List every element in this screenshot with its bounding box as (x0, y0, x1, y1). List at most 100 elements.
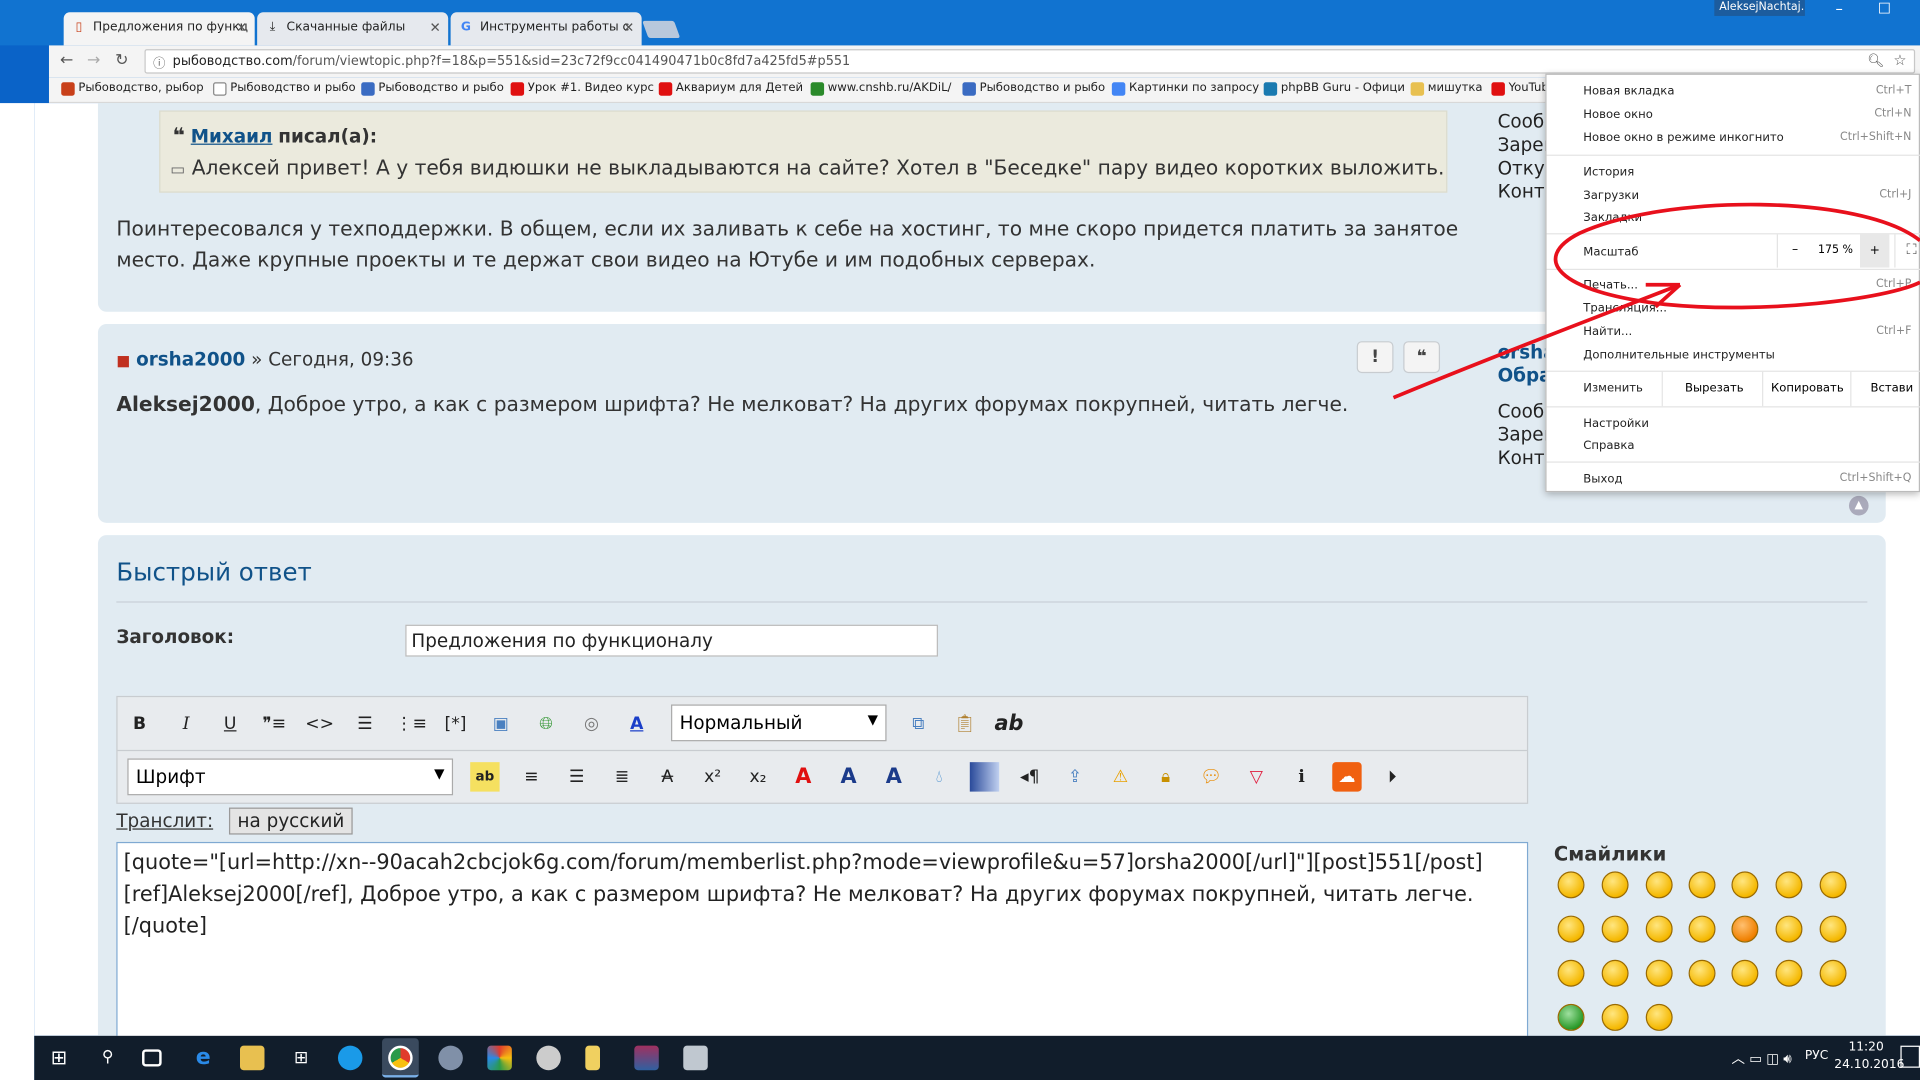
reload-icon[interactable]: ↻ (115, 52, 128, 70)
rtl-icon[interactable]: ◂¶ (1015, 762, 1044, 791)
menu-incognito[interactable]: Новое окно в режиме инкогнито (1583, 131, 1784, 145)
close-tab-icon[interactable]: ✕ (236, 20, 247, 36)
menu-settings[interactable]: Настройки (1583, 417, 1649, 431)
lock-icon[interactable]: 🔒︎ (1151, 762, 1180, 791)
bookmark-item[interactable]: www.cnshb.ru/AKDiL/ (810, 81, 951, 96)
paste-icon[interactable]: 📋︎ (950, 709, 979, 738)
bookmark-item[interactable]: Рыбоводство и рыбо (361, 81, 504, 96)
notes-icon[interactable] (585, 1045, 601, 1071)
bookmark-item[interactable]: YouTub (1491, 81, 1549, 96)
justify-icon[interactable]: ☰ (562, 762, 591, 791)
zoom-icon[interactable]: 🔍︎ (1867, 53, 1884, 69)
close-tab-icon[interactable]: ✕ (430, 20, 441, 36)
user-profile-button[interactable]: AleksejNachtaj... (1714, 0, 1805, 16)
highlight-icon[interactable]: ab (470, 762, 500, 792)
bookmark-item[interactable]: Аквариум для Детей (658, 81, 803, 96)
drop-icon[interactable]: 💧︎ (924, 762, 953, 791)
strike-icon[interactable]: A (653, 762, 682, 791)
menu-help[interactable]: Справка (1583, 439, 1634, 453)
tab-forum[interactable]: ▯ Предложения по функц ✕ (63, 12, 255, 46)
store-icon[interactable]: ⊞ (289, 1046, 313, 1071)
quote-author-link[interactable]: Михаил (191, 125, 273, 147)
smile-icon[interactable] (1688, 871, 1716, 899)
back-icon[interactable]: ← (60, 52, 73, 70)
edge-icon[interactable]: e (191, 1045, 215, 1071)
smile-icon[interactable] (1731, 959, 1759, 987)
chrome-task-icon[interactable] (382, 1038, 419, 1078)
smile-icon[interactable] (1645, 959, 1673, 987)
task-view-icon[interactable] (142, 1049, 162, 1067)
text-color-icon[interactable]: A (622, 709, 651, 738)
smile-icon[interactable] (1731, 871, 1759, 899)
minimize-button[interactable]: – (1821, 0, 1858, 17)
menu-history[interactable]: История (1583, 166, 1634, 180)
font-select[interactable]: Шрифт ▼ (127, 758, 454, 796)
smile-icon[interactable] (1688, 959, 1716, 987)
smile-icon[interactable] (1557, 915, 1585, 943)
smile-icon[interactable] (1557, 959, 1585, 987)
bookmark-item[interactable]: Рыбоводство, рыбор (61, 81, 204, 96)
copy-icon[interactable]: ⧉ (904, 709, 933, 738)
bookmark-item[interactable]: Рыбоводство и рыбо (962, 81, 1105, 96)
bookmark-item[interactable]: Картинки по запросу (1111, 81, 1259, 96)
menu-new-window[interactable]: Новое окно (1583, 108, 1653, 122)
smile-icon[interactable] (1601, 871, 1629, 899)
smile-icon[interactable] (1688, 915, 1716, 943)
align-right-icon[interactable]: ≣ (607, 762, 636, 791)
menu-exit[interactable]: Выход (1583, 473, 1622, 487)
gradient-icon[interactable] (969, 762, 1000, 792)
code-icon[interactable]: <> (305, 709, 334, 738)
tab-downloads[interactable]: ⤓ Скачанные файлы ✕ (257, 12, 449, 46)
smile-icon[interactable] (1645, 871, 1673, 899)
smile-icon[interactable] (1557, 1003, 1585, 1031)
font-shadow-icon[interactable]: A (834, 762, 863, 791)
spoiler-icon[interactable]: ▽ (1242, 762, 1271, 791)
language-indicator[interactable]: РУС (1805, 1049, 1828, 1063)
smile-icon[interactable] (1731, 915, 1759, 943)
upload-icon[interactable]: ⇪ (1060, 762, 1089, 791)
post-author-link[interactable]: orsha2000 (136, 349, 245, 371)
app-icon[interactable] (536, 1045, 561, 1071)
italic-button[interactable]: I (171, 709, 200, 738)
back-to-top-icon[interactable]: ▲ (1848, 495, 1869, 516)
search-icon[interactable]: ⚲ (96, 1046, 120, 1071)
play-icon[interactable]: ⏵ (1378, 762, 1407, 791)
new-tab-button[interactable] (642, 20, 681, 39)
smile-icon[interactable] (1775, 959, 1803, 987)
info-icon[interactable]: ℹ (1287, 762, 1316, 791)
subscript-icon[interactable]: x₂ (743, 762, 772, 791)
tray-icons[interactable]: ︿ ▭ ◫ 🔊︎ (1731, 1048, 1791, 1068)
menu-new-tab[interactable]: Новая вкладка (1583, 85, 1674, 99)
speech-icon[interactable]: 💬︎ (1196, 762, 1225, 791)
notification-icon[interactable] (1900, 1045, 1920, 1068)
smile-icon[interactable] (1819, 915, 1847, 943)
winrar-icon[interactable] (634, 1045, 659, 1071)
translit-button[interactable]: на русский (228, 807, 353, 835)
bold-button[interactable]: B (125, 709, 154, 738)
message-textarea[interactable]: [quote="[url=http://xn--90acah2cbcjok6g.… (116, 841, 1529, 1036)
image-icon[interactable]: ▣ (486, 709, 515, 738)
bookmark-item[interactable]: Урок #1. Видео курс (510, 81, 654, 96)
size-select[interactable]: Нормальный ▼ (671, 704, 887, 742)
smile-icon[interactable] (1601, 959, 1629, 987)
app-icon[interactable] (683, 1045, 708, 1071)
underline-button[interactable]: U (216, 709, 245, 738)
list-item-icon[interactable]: [*] (441, 709, 470, 738)
forward-icon[interactable]: → (87, 52, 100, 70)
warning-icon[interactable]: ⚠ (1106, 762, 1135, 791)
address-bar[interactable]: ⓘ рыбоводство.com/forum/viewtopic.php?f=… (144, 49, 1916, 74)
list-icon[interactable]: ☰ (350, 709, 379, 738)
bookmark-item[interactable]: phpBB Guru - Офици (1263, 81, 1405, 96)
skype-icon[interactable] (337, 1045, 363, 1071)
smile-icon[interactable] (1819, 871, 1847, 899)
windows-start-icon[interactable]: ⊞ (47, 1046, 71, 1071)
font-glow-icon[interactable]: A (879, 762, 908, 791)
star-icon[interactable]: ☆ (1893, 52, 1906, 69)
smile-icon[interactable] (1775, 915, 1803, 943)
quote-icon[interactable]: ❞≡ (260, 709, 289, 738)
subject-input[interactable] (405, 624, 938, 657)
smile-icon[interactable] (1775, 871, 1803, 899)
maximize-button[interactable]: ☐ (1866, 0, 1903, 17)
bookmark-item[interactable]: Рыбоводство и рыбо (213, 81, 356, 96)
smile-icon[interactable] (1819, 959, 1847, 987)
